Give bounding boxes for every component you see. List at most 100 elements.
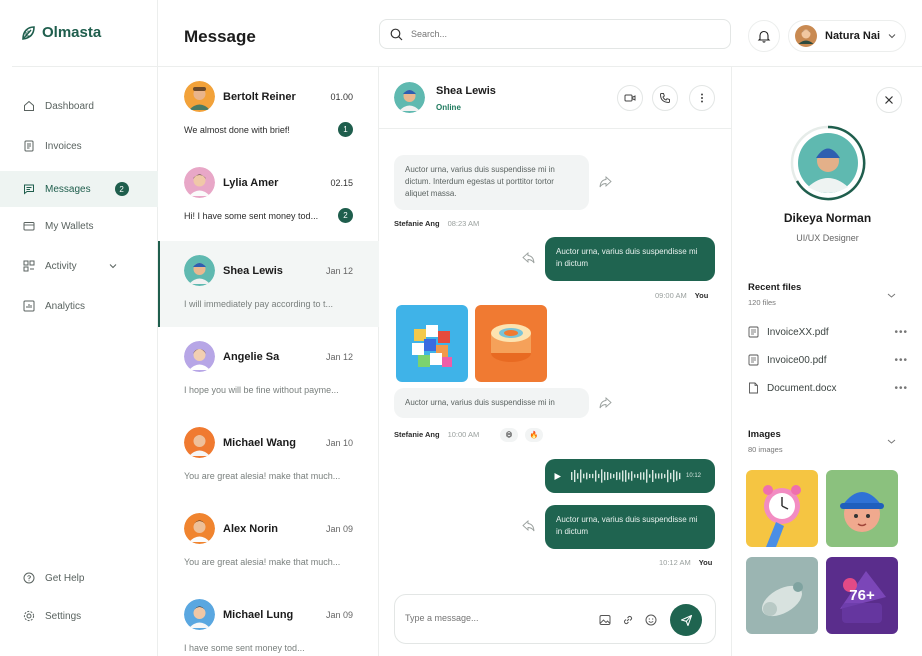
voice-duration: 10:12 [686, 473, 702, 479]
profile-role: UI/UX Designer [796, 233, 859, 243]
sidebar-item-invoices[interactable]: Invoices [0, 128, 158, 164]
video-call-button[interactable] [617, 85, 643, 111]
sidebar-item-my-wallets[interactable]: My Wallets [0, 208, 158, 244]
sidebar-item-analytics[interactable]: Analytics [0, 288, 158, 324]
app-name: Olmasta [42, 24, 102, 41]
gallery-image[interactable] [826, 470, 898, 547]
waveform-bar [613, 474, 615, 478]
conversation-item[interactable]: Michael Wang Jan 10 You are great alesia… [158, 413, 379, 499]
more-options-button[interactable] [689, 85, 715, 111]
waveform-bar [574, 469, 576, 483]
avatar [184, 599, 215, 630]
gallery-image[interactable]: 76+ [826, 557, 898, 634]
waveform-bar [577, 473, 579, 479]
emoji-icon[interactable] [645, 614, 657, 626]
file-item[interactable]: Invoice00.pdf ••• [748, 350, 908, 370]
unread-badge: 2 [114, 182, 129, 196]
waveform-bar [607, 471, 609, 481]
notifications-button[interactable] [748, 20, 780, 52]
forward-icon[interactable] [522, 252, 535, 264]
phone-icon [659, 93, 670, 104]
search-bar[interactable] [379, 19, 731, 49]
sidebar-item-dashboard[interactable]: Dashboard [0, 88, 158, 124]
conversation-item[interactable]: Alex Norin Jan 09 You are great alesia! … [158, 499, 379, 585]
sender-name: Stefanie Ang [394, 430, 440, 439]
avatar [184, 513, 215, 544]
reaction-fire[interactable]: 🔥 [525, 428, 543, 442]
avatar [795, 25, 817, 47]
help-icon [23, 572, 35, 584]
conversation-item[interactable]: Michael Lung Jan 09 I have some sent mon… [158, 585, 379, 656]
message-meta: Stefanie Ang 10:00 AM [394, 430, 479, 439]
conversation-item[interactable]: Lylia Amer 02.15 Hi! I have some sent mo… [158, 153, 379, 239]
file-icon [748, 354, 759, 366]
file-item[interactable]: Document.docx ••• [748, 378, 908, 398]
home-icon [24, 100, 34, 111]
message-composer [394, 594, 716, 644]
image-attach-icon[interactable] [599, 614, 611, 626]
sidebar-item-settings[interactable]: Settings [0, 598, 158, 634]
voice-message[interactable]: 10:12 [545, 459, 715, 493]
timestamp: Jan 10 [325, 438, 353, 448]
message-preview: You are great alesia! make that much... [184, 471, 341, 481]
sidebar-item-activity[interactable]: Activity [0, 248, 158, 284]
play-icon[interactable] [553, 472, 562, 481]
incoming-message: Auctor urna, varius duis suspendisse mi … [394, 388, 589, 418]
sidebar-item-get-help[interactable]: Get Help [0, 560, 158, 596]
conversation-list: Bertolt Reiner 01.00 We almost done with… [158, 67, 379, 656]
shared-image[interactable] [396, 305, 468, 382]
waveform-bar [646, 469, 648, 483]
chevron-down-icon[interactable] [109, 262, 117, 270]
conversation-item[interactable]: Shea Lewis Jan 12 I will immediately pay… [158, 241, 379, 327]
more-horizontal-icon[interactable]: ••• [894, 327, 908, 338]
close-button[interactable] [876, 87, 902, 113]
timestamp: 01.00 [330, 92, 353, 102]
contact-name: Lylia Amer [223, 177, 279, 189]
contact-name: Michael Wang [223, 437, 296, 449]
user-name: Natura Nai [825, 30, 881, 42]
forward-icon[interactable] [522, 520, 535, 532]
waveform-bar [628, 472, 630, 480]
waveform-bar [580, 469, 582, 483]
chevron-down-icon[interactable] [887, 437, 896, 446]
waveform-bar [655, 473, 657, 479]
send-button[interactable] [670, 604, 702, 636]
chevron-down-icon [888, 34, 896, 39]
waveform-bar [571, 472, 573, 480]
conversation-item[interactable]: Angelie Sa Jan 12 I hope you will be fin… [158, 327, 379, 413]
more-horizontal-icon[interactable]: ••• [894, 383, 908, 394]
chevron-down-icon[interactable] [887, 291, 896, 300]
waveform-bar [589, 473, 591, 479]
waveform-bar [586, 472, 588, 480]
waveform-bar [634, 474, 636, 478]
waveform-bar [679, 472, 681, 480]
reaction-laugh[interactable]: 😄 [500, 428, 518, 442]
avatar [184, 255, 215, 286]
waveform-bar [673, 469, 675, 483]
forward-icon[interactable] [599, 176, 612, 188]
gallery-image[interactable] [746, 470, 818, 547]
message-input[interactable] [405, 613, 585, 623]
conversation-item[interactable]: Bertolt Reiner 01.00 We almost done with… [158, 67, 379, 153]
voice-call-button[interactable] [652, 85, 678, 111]
app-logo[interactable]: Olmasta [20, 24, 101, 41]
page-title: Message [184, 27, 256, 46]
link-icon[interactable] [622, 614, 634, 626]
file-item[interactable]: InvoiceXX.pdf ••• [748, 322, 908, 342]
waveform-bar [592, 473, 594, 479]
close-icon [885, 96, 893, 104]
message-icon [24, 184, 34, 195]
unread-badge: 1 [338, 122, 353, 137]
sidebar-item-label: Settings [45, 610, 82, 622]
contact-name: Michael Lung [223, 609, 294, 621]
forward-icon[interactable] [599, 397, 612, 409]
user-menu[interactable]: Natura Nai [788, 20, 906, 52]
gallery-image[interactable] [746, 557, 818, 634]
waveform-bar [604, 471, 606, 481]
more-horizontal-icon[interactable]: ••• [894, 355, 908, 366]
shared-image[interactable] [475, 305, 547, 382]
search-input[interactable] [411, 29, 711, 39]
message-preview: You are great alesia! make that much... [184, 557, 341, 567]
waveform-bar [640, 472, 642, 480]
sidebar-item-messages[interactable]: Messages 2 [0, 171, 158, 207]
